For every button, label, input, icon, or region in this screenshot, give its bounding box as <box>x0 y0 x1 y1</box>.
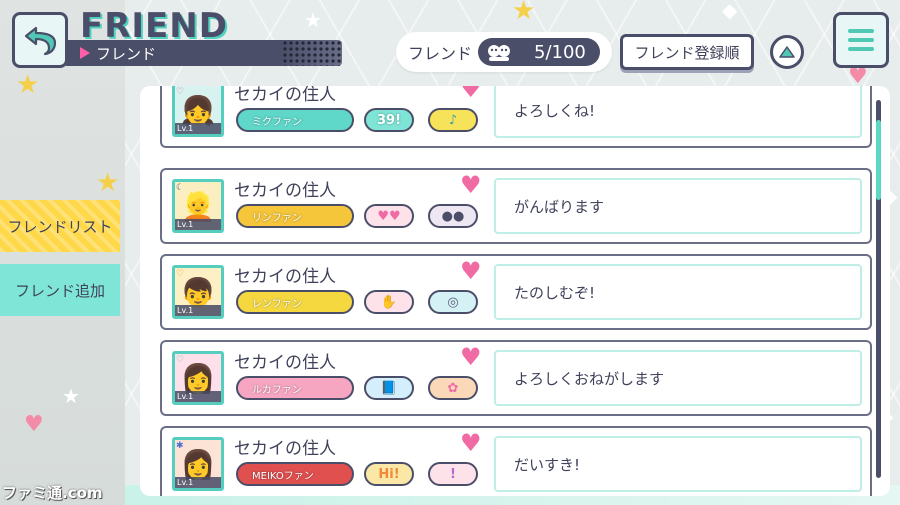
triangle-icon <box>80 47 90 59</box>
friend-list-panel[interactable]: ♡ 👧 Lv.1 セカイの住人 ♥ ミクファン 39! ♪ よろしくね! ☾ 👱… <box>140 86 890 496</box>
ascending-toggle-button[interactable] <box>770 35 804 69</box>
friend-name: セカイの住人 <box>234 353 336 373</box>
friend-count-panel: フレンド 5/100 <box>396 32 612 72</box>
character-icon: 👧 <box>180 93 216 127</box>
page-subtitle: フレンド <box>96 45 157 63</box>
attribute-icon: ✱ <box>176 441 184 451</box>
back-button[interactable] <box>12 12 68 68</box>
character-icon: 👦 <box>180 275 216 309</box>
heart-icon: ♥ <box>460 257 482 285</box>
friend-card[interactable]: ♡ 👩 Lv.1 セカイの住人 ♥ ルカファン 📘 ✿ よろしくおねがします <box>160 340 872 416</box>
attribute-icon: ☾ <box>176 183 185 193</box>
star-decoration-icon: ★ <box>96 168 120 198</box>
flower-badge-icon: ✿ <box>428 376 478 400</box>
tab-friend-add[interactable]: フレンド追加 <box>0 264 120 316</box>
subtitle-bar: フレンド <box>66 40 342 66</box>
watermark-logo: ファミ通.com <box>2 484 103 502</box>
cd-badge-icon: ◎ <box>428 290 478 314</box>
friend-name: セカイの住人 <box>234 181 336 201</box>
friend-name: セカイの住人 <box>234 439 336 459</box>
character-icon: 👱 <box>180 189 216 223</box>
fan-badge: ミクファン <box>236 108 354 132</box>
fan-badge-label: リンファン <box>252 212 302 224</box>
duo-badge-icon: ●● <box>428 204 478 228</box>
friend-count-label: フレンド <box>408 44 473 63</box>
menu-button[interactable] <box>833 12 889 68</box>
heart-decoration-icon: ♥ <box>24 412 44 437</box>
level-label: Lv.1 <box>175 477 221 488</box>
friend-count-value: 5/100 <box>534 41 586 63</box>
character-icon: 👩 <box>180 447 216 481</box>
friend-card[interactable]: ♡ 👦 Lv.1 セカイの住人 ♥ レンファン ✋ ◎ たのしむぞ! <box>160 254 872 330</box>
attribute-icon: ♡ <box>176 87 185 97</box>
star-decoration-icon: ★ <box>16 70 40 100</box>
avatar[interactable]: ♡ 👧 Lv.1 <box>172 86 224 137</box>
fan-badge: ルカファン <box>236 376 354 400</box>
heart-icon: ♥ <box>460 429 482 457</box>
badge-39: 39! <box>364 108 414 132</box>
friends-icon <box>488 45 511 61</box>
fan-badge: レンファン <box>236 290 354 314</box>
level-label: Lv.1 <box>175 305 221 316</box>
triangle-up-icon <box>779 46 795 58</box>
hands-badge: ✋ <box>364 290 414 314</box>
star-decoration-icon: ★ <box>304 8 322 32</box>
level-label: Lv.1 <box>175 219 221 230</box>
fan-badge: リンファン <box>236 204 354 228</box>
scrollbar-thumb[interactable] <box>876 120 881 200</box>
music-note-icon: ♪ <box>428 108 478 132</box>
menu-icon <box>848 29 874 33</box>
heart-icon: ♥ <box>460 86 482 103</box>
level-label: Lv.1 <box>175 123 221 134</box>
tab-friend-list[interactable]: フレンドリスト <box>0 200 120 252</box>
avatar[interactable]: ✱ 👩 Lv.1 <box>172 437 224 491</box>
hi-badge: Hi! <box>364 462 414 486</box>
book-badge: 📘 <box>364 376 414 400</box>
avatar[interactable]: ♡ 👩 Lv.1 <box>172 351 224 405</box>
friend-comment: がんばります <box>494 178 862 234</box>
friend-comment: たのしむぞ! <box>494 264 862 320</box>
friend-card[interactable]: ♡ 👧 Lv.1 セカイの住人 ♥ ミクファン 39! ♪ よろしくね! <box>160 86 872 148</box>
fan-badge-label: MEIKOファン <box>252 470 314 482</box>
star-decoration-icon: ★ <box>512 0 536 26</box>
friend-card[interactable]: ☾ 👱 Lv.1 セカイの住人 ♥ リンファン ♥♥ ●● がんばります <box>160 168 872 244</box>
level-label: Lv.1 <box>175 391 221 402</box>
character-icon: 👩 <box>180 361 216 395</box>
friend-name: セカイの住人 <box>234 86 336 105</box>
fan-badge-label: ミクファン <box>252 116 302 128</box>
fan-badge-label: ルカファン <box>252 384 302 396</box>
avatar[interactable]: ♡ 👦 Lv.1 <box>172 265 224 319</box>
friend-comment: よろしくね! <box>494 86 862 138</box>
sort-order-button[interactable]: フレンド登録順 <box>620 34 754 70</box>
friend-comment: だいすき! <box>494 436 862 492</box>
avatar[interactable]: ☾ 👱 Lv.1 <box>172 179 224 233</box>
attribute-icon: ♡ <box>176 269 185 279</box>
fan-badge: MEIKOファン <box>236 462 354 486</box>
hearts-badge: ♥♥ <box>364 204 414 228</box>
back-arrow-icon <box>24 26 57 56</box>
dot-pattern <box>282 40 342 66</box>
attribute-icon: ♡ <box>176 355 185 365</box>
friend-name: セカイの住人 <box>234 267 336 287</box>
fan-badge-label: レンファン <box>252 298 302 310</box>
exclaim-badge-icon: ! <box>428 462 478 486</box>
star-decoration-icon: ★ <box>62 384 80 408</box>
friend-comment: よろしくおねがします <box>494 350 862 406</box>
heart-icon: ♥ <box>460 171 482 199</box>
diamond-decoration-icon: ◆ <box>722 0 738 22</box>
friend-card[interactable]: ✱ 👩 Lv.1 セカイの住人 ♥ MEIKOファン Hi! ! だいすき! <box>160 426 872 496</box>
friend-count-pill: 5/100 <box>478 38 601 66</box>
heart-icon: ♥ <box>460 343 482 371</box>
